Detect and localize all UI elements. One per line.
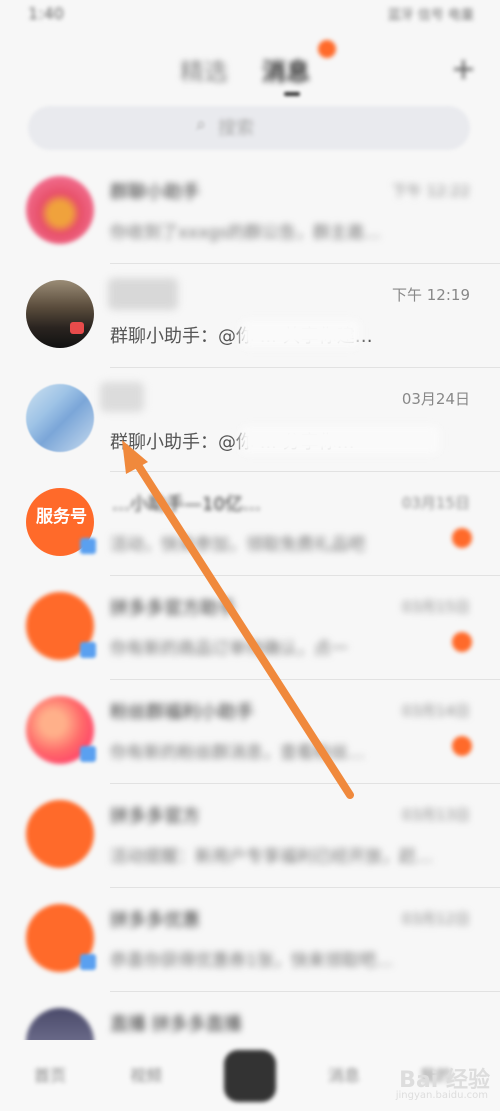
- verified-badge: [80, 642, 96, 658]
- conversation-preview: 你有新的粉丝群消息，查看粉丝…: [110, 743, 365, 763]
- conversation-preview: 活动提醒：新用户专享福利已经开放，赶…: [110, 847, 433, 867]
- conversation-title: 直播 拼多多直播: [110, 1014, 242, 1035]
- service-tag: 服务号: [36, 507, 87, 527]
- conversation-time: 03月15日: [401, 598, 470, 616]
- watermark-url: jingyan.baidu.com: [395, 1090, 488, 1101]
- conversation-row[interactable]: 拼多多官方 03月13日 活动提醒：新用户专享福利已经开放，赶…: [0, 784, 500, 888]
- conversation-time: 下午 12:19: [392, 286, 470, 304]
- tab-message[interactable]: 消息: [262, 52, 310, 87]
- conversation-title: 拼多多优惠: [110, 910, 200, 931]
- redaction: [240, 320, 360, 348]
- nav-video[interactable]: 视频: [130, 1062, 162, 1086]
- search-bar[interactable]: ⌕ 搜索: [28, 106, 470, 150]
- unread-dot: [452, 528, 472, 548]
- conversation-row[interactable]: 服务号 …小助手—10亿… 03月15日 活动，快来参加，领取免费礼品吧: [0, 472, 500, 576]
- conversation-row[interactable]: 03月24日 群聊小助手：@你 ... 分享你…: [0, 368, 500, 472]
- conversation-row[interactable]: 拼多多优惠 03月12日 恭喜你获得优惠券1张，快来领取吧…: [0, 888, 500, 992]
- header: 精选 消息 +: [0, 40, 500, 100]
- avatar: [26, 800, 94, 868]
- tab-badge: [318, 40, 336, 58]
- conversation-time: 03月12日: [401, 910, 470, 928]
- conversation-time: 03月13日: [401, 806, 470, 824]
- conversation-preview: 活动，快来参加，领取免费礼品吧: [110, 535, 365, 555]
- conversation-time: 03月14日: [401, 702, 470, 720]
- verified-badge: [80, 538, 96, 554]
- conversation-row[interactable]: 群聊小助手 下午 12:22 你收到了xxxgs的群公告，群主邀…: [0, 160, 500, 264]
- redacted-title: [108, 278, 178, 310]
- status-bar: 1:40 蓝牙 信号 电量: [0, 0, 500, 36]
- conversation-preview: 恭喜你获得优惠券1张，快来领取吧…: [110, 951, 393, 971]
- avatar: [26, 384, 94, 452]
- conversation-title: 粉丝群福利小助手: [110, 702, 254, 723]
- conversation-title: …小助手—10亿…: [112, 494, 261, 515]
- conversation-row[interactable]: 粉丝群福利小助手 03月14日 你有新的粉丝群消息，查看粉丝…: [0, 680, 500, 784]
- nav-messages[interactable]: 消息: [328, 1062, 360, 1086]
- conversation-row[interactable]: 下午 12:19 群聊小助手：@你 ... 共享你建…: [0, 264, 500, 368]
- tab-select[interactable]: 精选: [180, 52, 228, 87]
- verified-badge: [80, 954, 96, 970]
- redacted-title: [100, 382, 144, 412]
- avatar-badge: [70, 322, 84, 334]
- avatar: [26, 176, 94, 244]
- status-indicators: 蓝牙 信号 电量: [387, 8, 474, 23]
- verified-badge: [80, 746, 96, 762]
- publish-button[interactable]: [224, 1050, 276, 1102]
- conversation-time: 03月15日: [401, 494, 470, 512]
- conversation-time: 03月24日: [401, 390, 470, 408]
- unread-dot: [452, 736, 472, 756]
- screen: 1:40 蓝牙 信号 电量 精选 消息 + ⌕ 搜索 群聊小助手 下午 12:2…: [0, 0, 500, 1111]
- conversation-preview: 你有新的商品订单待确认，点一: [110, 639, 348, 659]
- avatar: [26, 280, 94, 348]
- conversation-preview: 你收到了xxxgs的群公告，群主邀…: [110, 223, 381, 243]
- conversation-title: 群聊小助手: [110, 182, 200, 203]
- unread-dot: [452, 632, 472, 652]
- search-icon: ⌕: [196, 114, 207, 135]
- search-placeholder: 搜索: [218, 118, 254, 139]
- nav-home[interactable]: 首页: [34, 1062, 66, 1086]
- add-button[interactable]: +: [451, 52, 476, 87]
- conversation-time: 下午 12:22: [392, 182, 470, 200]
- conversation-title: 拼多多官方: [110, 806, 200, 827]
- conversation-row[interactable]: 拼多多官方助手 03月15日 你有新的商品订单待确认，点一: [0, 576, 500, 680]
- tab-underline: [284, 92, 300, 96]
- conversation-title: 拼多多官方助手: [110, 598, 236, 619]
- redaction: [240, 426, 440, 454]
- status-time: 1:40: [28, 4, 64, 23]
